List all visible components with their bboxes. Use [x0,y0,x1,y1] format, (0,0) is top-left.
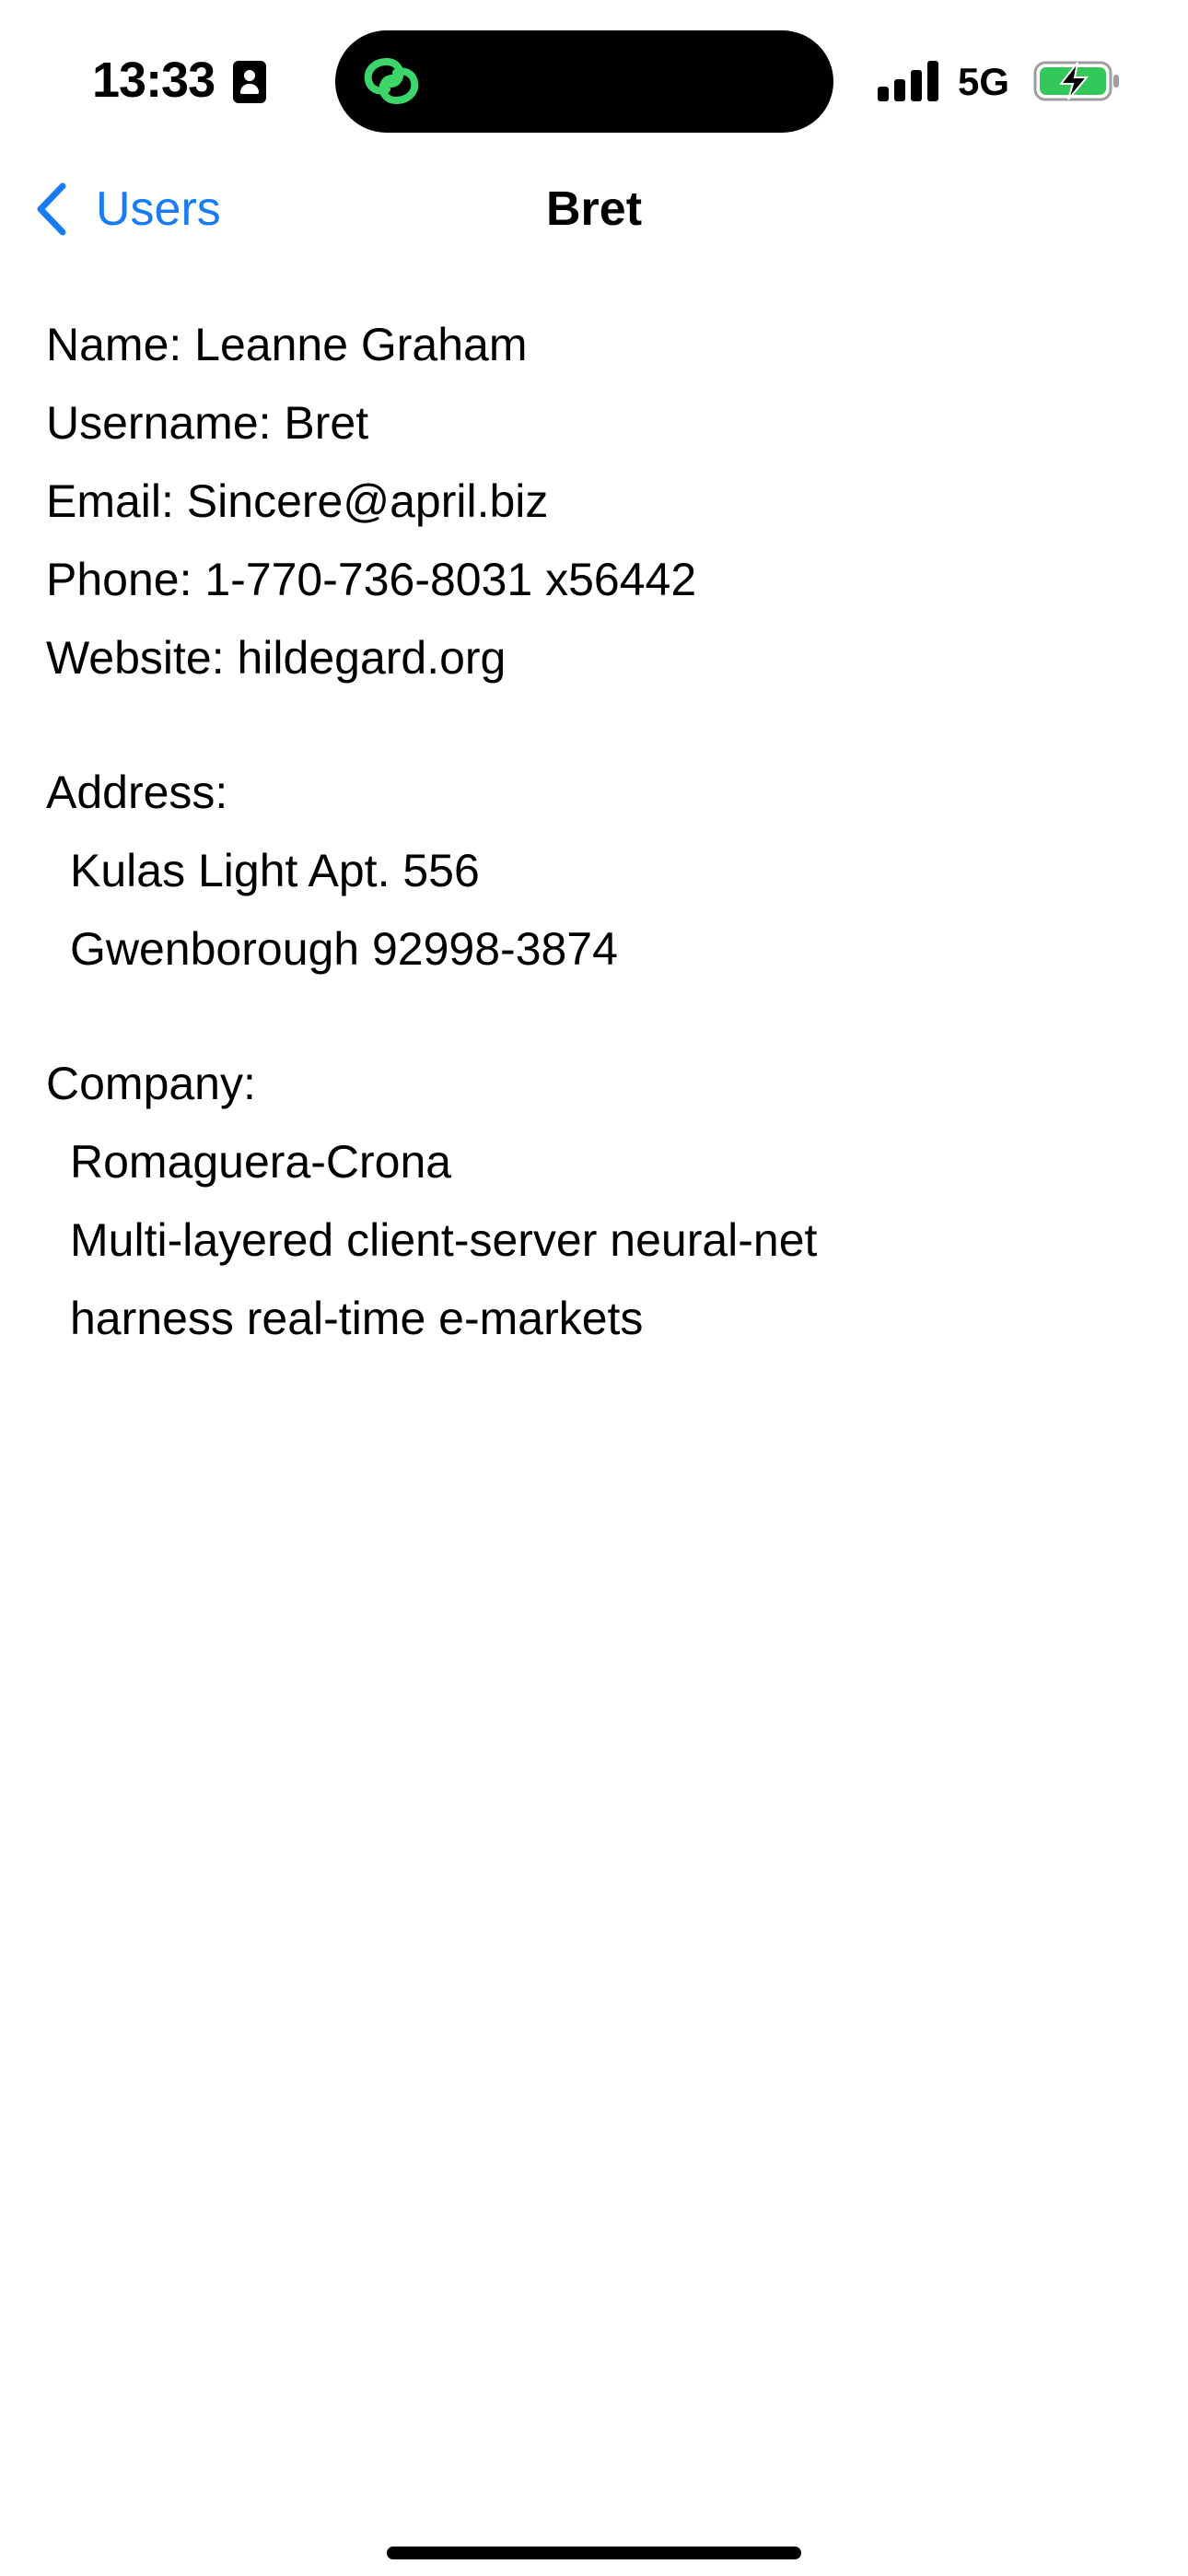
website-line: Website: hildegard.org [46,632,507,684]
phone-line: Phone: 1-770-736-8031 x56442 [46,554,697,605]
signal-icon [878,61,940,101]
company-bs-line: harness real-time e-markets [70,1293,644,1344]
battery-charging-icon [1033,61,1119,101]
contact-card-icon [233,61,266,103]
address-heading: Address: [46,767,228,818]
address-city-line: Gwenborough 92998-3874 [70,923,618,975]
company-name-line: Romaguera-Crona [70,1136,452,1188]
user-name-line: Name: Leanne Graham [46,319,528,370]
company-heading: Company: [46,1058,256,1109]
dynamic-island[interactable] [335,30,833,133]
network-type-label: 5G [958,60,1010,103]
link-icon [364,58,419,104]
page-title: Bret [545,182,643,236]
email-line: Email: Sincere@april.biz [46,475,549,527]
address-street-line: Kulas Light Apt. 556 [70,845,480,896]
status-time: 13:33 [92,53,215,108]
username-line: Username: Bret [46,397,369,449]
company-catch-phrase-line: Multi-layered client-server neural-net [70,1214,818,1266]
home-indicator[interactable] [387,2547,801,2559]
